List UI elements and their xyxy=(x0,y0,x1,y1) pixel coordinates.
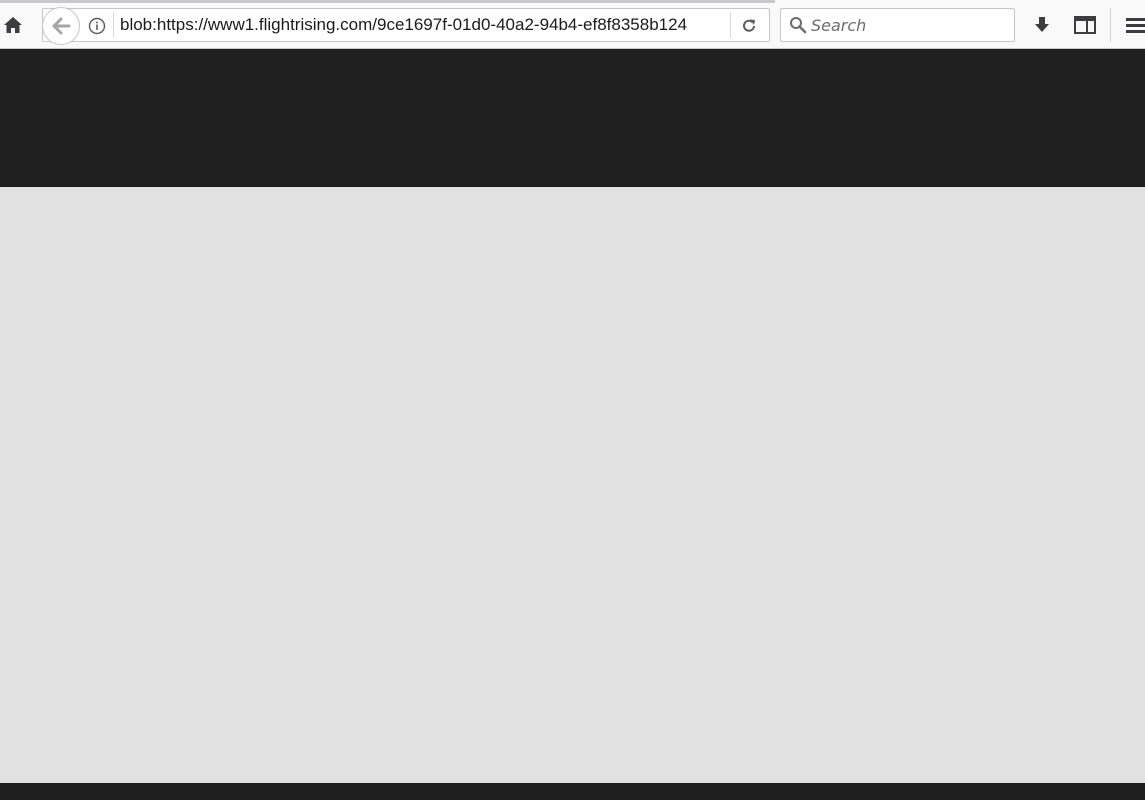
reload-icon xyxy=(743,19,755,32)
download-button[interactable] xyxy=(1029,12,1055,38)
search-icon xyxy=(788,15,808,35)
page-content-area xyxy=(0,187,1145,783)
toolbar-separator xyxy=(1110,8,1111,42)
hamburger-menu-icon xyxy=(1126,18,1145,33)
url-bar[interactable]: blob:https://www1.flightrising.com/9ce16… xyxy=(42,7,770,45)
search-input[interactable] xyxy=(811,10,1011,40)
browser-toolbar: blob:https://www1.flightrising.com/9ce16… xyxy=(0,0,1145,49)
home-button[interactable] xyxy=(0,11,26,39)
back-arrow-icon xyxy=(52,17,71,35)
menu-button[interactable] xyxy=(1124,12,1145,38)
search-bar[interactable] xyxy=(780,8,1015,42)
download-icon xyxy=(1035,17,1049,32)
back-button[interactable] xyxy=(42,7,80,45)
sidebar-icon xyxy=(1074,16,1096,34)
reload-button[interactable] xyxy=(738,15,760,37)
home-icon xyxy=(4,17,22,33)
site-info-button[interactable] xyxy=(87,16,107,36)
info-icon xyxy=(88,17,106,35)
url-separator xyxy=(113,12,114,38)
url-separator xyxy=(730,12,731,38)
sidebar-button[interactable] xyxy=(1072,12,1098,38)
page-footer-bar xyxy=(0,783,1145,800)
page-header-bar xyxy=(0,49,1145,187)
url-text[interactable]: blob:https://www1.flightrising.com/9ce16… xyxy=(120,9,730,41)
